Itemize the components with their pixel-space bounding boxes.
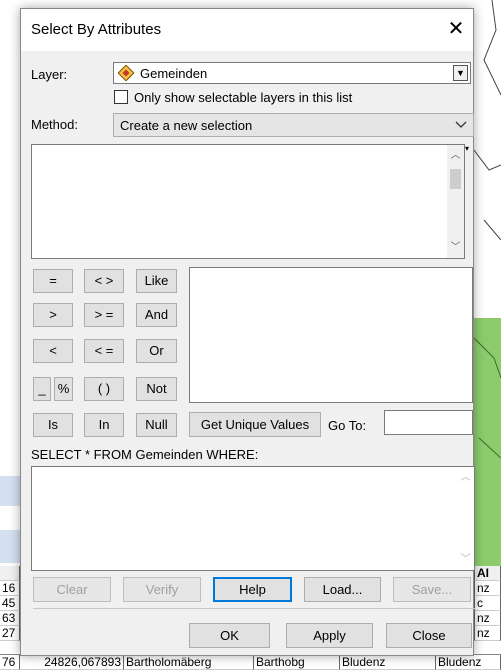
method-dropdown[interactable]: Create a new selection — [113, 113, 474, 137]
operator-in-button[interactable]: In — [84, 413, 124, 437]
only-selectable-checkbox[interactable] — [114, 90, 128, 104]
table-row: 76 24826,067893 Bartholomäberg Barthobg … — [0, 654, 501, 671]
operator-greater-equal-button[interactable]: > = — [84, 303, 124, 327]
table-cell: nz — [474, 626, 501, 641]
operator-null-button[interactable]: Null — [136, 413, 177, 437]
table-cell: 24826,067893 — [20, 655, 124, 670]
operator-greater-button[interactable]: > — [33, 303, 73, 327]
sql-prefix-label: SELECT * FROM Gemeinden WHERE: — [31, 447, 259, 462]
operator-like-button[interactable]: Like — [136, 269, 177, 293]
goto-label: Go To: — [328, 418, 367, 433]
table-cell: 16 — [0, 581, 20, 596]
table-cell: c — [474, 596, 501, 611]
table-cell: Bartholomäberg — [124, 655, 254, 670]
operator-less-button[interactable]: < — [33, 339, 73, 363]
table-cell: nz — [474, 581, 501, 596]
background-panel-band — [0, 530, 20, 563]
table-header-cell — [0, 566, 20, 581]
scroll-down-icon[interactable]: ﹀ — [457, 551, 474, 568]
table-cell: Bludenz — [340, 655, 436, 670]
goto-input[interactable] — [384, 410, 473, 435]
background-panel-band — [0, 476, 20, 506]
fields-list[interactable]: ︿ ﹀ — [31, 144, 465, 259]
select-by-attributes-dialog: Select By Attributes ✕ Layer: Gemeinden … — [20, 8, 475, 656]
only-selectable-label: Only show selectable layers in this list — [134, 90, 353, 105]
fields-menu-icon[interactable]: ▾ — [465, 144, 469, 153]
verify-button[interactable]: Verify — [123, 577, 201, 602]
table-cell: 27 — [0, 626, 20, 641]
scroll-down-icon[interactable]: ﹀ — [447, 239, 464, 256]
operator-equals-button[interactable]: = — [33, 269, 73, 293]
table-cell: Bludenz — [436, 655, 501, 670]
table-header-cell: AI — [474, 566, 501, 581]
operator-not-equal-button[interactable]: < > — [84, 269, 124, 293]
unique-values-list[interactable] — [189, 267, 473, 403]
help-button[interactable]: Help — [213, 577, 292, 602]
operator-percent-button[interactable]: % — [54, 377, 73, 401]
get-unique-values-button[interactable]: Get Unique Values — [189, 412, 321, 437]
close-icon[interactable]: ✕ — [441, 14, 471, 44]
method-label: Method: — [31, 117, 78, 132]
table-cell: nz — [474, 611, 501, 626]
layer-label: Layer: — [31, 67, 68, 82]
table-cell: 63 — [0, 611, 20, 626]
operator-and-button[interactable]: And — [136, 303, 177, 327]
apply-button[interactable]: Apply — [286, 623, 373, 648]
table-cell: Barthobg — [254, 655, 340, 670]
method-value: Create a new selection — [120, 118, 253, 133]
layer-dropdown[interactable]: Gemeinden ▼ — [113, 62, 471, 84]
operator-not-button[interactable]: Not — [136, 377, 177, 401]
table-cell: 45 — [0, 596, 20, 611]
operator-or-button[interactable]: Or — [136, 339, 177, 363]
map-region-boundaries — [474, 337, 501, 459]
title-bar[interactable]: Select By Attributes ✕ — [21, 9, 473, 51]
load-button[interactable]: Load... — [304, 577, 381, 602]
sql-scrollbar[interactable]: ︿ ﹀ — [457, 467, 474, 570]
layer-diamond-icon — [118, 65, 134, 81]
dialog-title: Select By Attributes — [31, 21, 162, 38]
table-cell: 76 — [0, 655, 20, 670]
chevron-down-icon — [455, 121, 467, 128]
sql-expression-box[interactable]: ︿ ﹀ — [31, 466, 475, 571]
scroll-up-icon[interactable]: ︿ — [447, 147, 464, 164]
fields-scrollbar[interactable]: ︿ ﹀ — [447, 145, 464, 258]
clear-button[interactable]: Clear — [33, 577, 111, 602]
scroll-thumb[interactable] — [450, 169, 461, 189]
ok-button[interactable]: OK — [189, 623, 270, 648]
operator-less-equal-button[interactable]: < = — [84, 339, 124, 363]
background-map-region — [474, 318, 501, 570]
operator-is-button[interactable]: Is — [33, 413, 73, 437]
layer-value: Gemeinden — [140, 66, 208, 81]
operator-parentheses-button[interactable]: ( ) — [84, 377, 124, 401]
close-button[interactable]: Close — [386, 623, 472, 648]
divider — [33, 608, 475, 609]
operator-underscore-button[interactable]: _ — [33, 377, 51, 401]
chevron-down-icon[interactable]: ▼ — [453, 65, 468, 81]
save-button[interactable]: Save... — [393, 577, 471, 602]
scroll-up-icon[interactable]: ︿ — [457, 469, 474, 486]
